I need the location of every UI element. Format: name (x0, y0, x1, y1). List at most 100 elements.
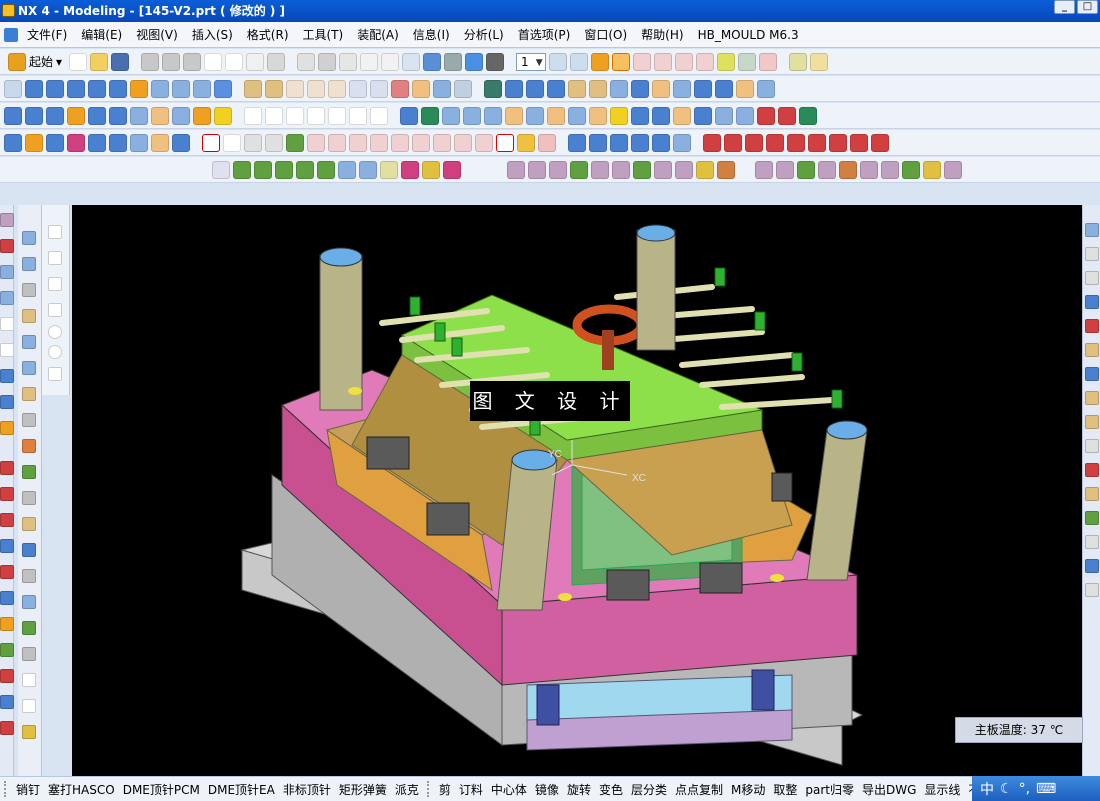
surface-icon[interactable] (4, 106, 22, 125)
replace-face-icon[interactable] (652, 79, 670, 98)
resource-a-icon[interactable] (0, 213, 14, 227)
right-p-icon[interactable] (1085, 583, 1099, 597)
diag-line-icon[interactable] (328, 133, 346, 152)
cmd-point-copy[interactable]: 点点复制 (671, 781, 727, 798)
layer-select[interactable]: 1 (516, 52, 546, 71)
pin-b-icon[interactable] (776, 160, 794, 179)
cylinder-icon[interactable] (88, 79, 106, 98)
resource-g-icon[interactable] (0, 369, 14, 383)
wcs-rotate-icon[interactable] (653, 52, 672, 71)
parting-icon[interactable] (130, 133, 148, 152)
circle-icon[interactable] (286, 106, 304, 125)
grid-color-icon[interactable] (286, 133, 304, 152)
shaded-icon[interactable] (465, 52, 484, 71)
clear-icon[interactable] (538, 133, 556, 152)
assembly-nav-icon[interactable] (4, 79, 22, 98)
right-b-icon[interactable] (1085, 247, 1099, 261)
extension-icon[interactable] (193, 106, 211, 125)
view-d-icon[interactable] (22, 309, 36, 323)
select-face-icon[interactable] (233, 160, 251, 179)
sketch-spline-icon[interactable] (48, 277, 62, 291)
right-a-icon[interactable] (1085, 223, 1099, 237)
perspective-icon[interactable] (423, 52, 442, 71)
resource-n-icon[interactable] (0, 565, 14, 579)
tool-c-icon[interactable] (610, 133, 628, 152)
resource-t-icon[interactable] (0, 721, 14, 735)
sketch-circle-icon[interactable] (48, 325, 62, 339)
view-g-icon[interactable] (22, 387, 36, 401)
block-icon[interactable] (67, 79, 85, 98)
tool-j-icon[interactable] (766, 133, 784, 152)
menu-help[interactable]: 帮助(H) (634, 26, 690, 43)
cmd-rect-spring[interactable]: 矩形弹簧 (335, 781, 391, 798)
mesh-icon[interactable] (46, 106, 64, 125)
snap-quad-icon[interactable] (422, 160, 440, 179)
wrap-icon[interactable] (631, 79, 649, 98)
selection-icon[interactable] (267, 52, 286, 71)
measure-angle-icon[interactable] (737, 52, 756, 71)
cmd-cut[interactable]: 剪 (435, 781, 455, 798)
resource-e-icon[interactable] (0, 317, 14, 331)
wcs-orient-icon[interactable] (674, 52, 693, 71)
cmd-dme-ea[interactable]: DME顶针EA (204, 781, 279, 798)
mould-wizard-icon[interactable] (4, 133, 22, 152)
tool-i-icon[interactable] (745, 133, 763, 152)
document-icon[interactable] (4, 27, 18, 42)
resize-face-icon[interactable] (715, 79, 733, 98)
instance-icon[interactable] (505, 79, 523, 98)
view-m-icon[interactable] (22, 543, 36, 557)
view-orient-icon[interactable] (444, 52, 463, 71)
delete-icon[interactable] (204, 52, 223, 71)
pin-h-icon[interactable] (902, 160, 920, 179)
cone-icon[interactable] (109, 79, 127, 98)
ejector-a-icon[interactable] (507, 160, 525, 179)
box-icon[interactable] (265, 133, 283, 152)
close-red-icon[interactable] (496, 133, 514, 152)
view-l-icon[interactable] (22, 517, 36, 531)
tool-m-icon[interactable] (829, 133, 847, 152)
draft-icon[interactable] (412, 79, 430, 98)
cmd-pin[interactable]: 销钉 (12, 781, 44, 798)
shrink-icon[interactable] (67, 133, 85, 152)
warning-icon[interactable] (517, 133, 535, 152)
pin-e-icon[interactable] (839, 160, 857, 179)
right-g-icon[interactable] (1085, 367, 1099, 381)
palette-icon[interactable] (799, 106, 817, 125)
mirror-body-icon[interactable] (526, 79, 544, 98)
magnify-icon[interactable] (360, 52, 379, 71)
tool-k-icon[interactable] (787, 133, 805, 152)
move-face-icon[interactable] (673, 79, 691, 98)
tool-g-icon[interactable] (703, 133, 721, 152)
intersection-curve-icon[interactable] (463, 106, 481, 125)
cmd-layer-sort[interactable]: 层分类 (627, 781, 671, 798)
cmd-export-dwg[interactable]: 导出DWG (858, 781, 920, 798)
select-rect-icon[interactable] (212, 160, 230, 179)
select-comp-icon[interactable] (317, 160, 335, 179)
thread-icon[interactable] (484, 79, 502, 98)
mold-base-icon[interactable] (151, 133, 169, 152)
text-icon[interactable] (328, 106, 346, 125)
resource-b-icon[interactable] (0, 239, 14, 253)
cross-icon[interactable] (307, 133, 325, 152)
view-o-icon[interactable] (22, 595, 36, 609)
sew-icon[interactable] (568, 79, 586, 98)
mould-init-icon[interactable] (25, 133, 43, 152)
ejector-d-icon[interactable] (570, 160, 588, 179)
resource-h-icon[interactable] (0, 395, 14, 409)
view-i-icon[interactable] (22, 439, 36, 453)
render-style-icon[interactable] (486, 52, 505, 71)
ejector-i-icon[interactable] (675, 160, 693, 179)
sketch-fillet-icon[interactable] (48, 303, 62, 317)
polygon-icon[interactable] (370, 106, 388, 125)
right-n-icon[interactable] (1085, 535, 1099, 549)
bounded-plane-icon[interactable] (88, 106, 106, 125)
view-h-icon[interactable] (22, 413, 36, 427)
grip-handle-2[interactable] (426, 781, 431, 797)
cavity-layout-icon[interactable] (109, 133, 127, 152)
resource-f-icon[interactable] (0, 343, 14, 357)
tool-n-icon[interactable] (850, 133, 868, 152)
resource-k-icon[interactable] (0, 487, 14, 501)
ejector-k-icon[interactable] (717, 160, 735, 179)
offset-curve-icon[interactable] (421, 106, 439, 125)
group-face-icon[interactable] (757, 79, 775, 98)
